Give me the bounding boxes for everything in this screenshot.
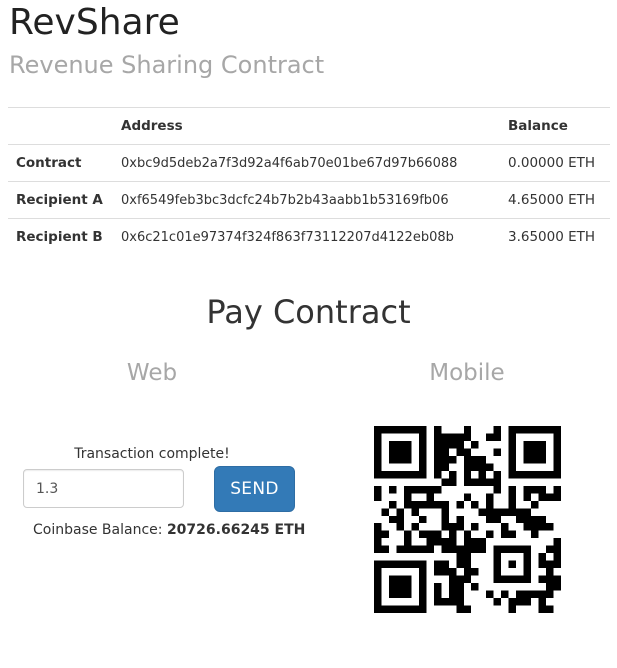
row-label: Recipient A [8,181,113,219]
row-balance: 3.65000 ETH [500,218,610,256]
balances-table: Address Balance Contract 0xbc9d5deb2a7f3… [8,107,610,256]
table-header-row: Address Balance [8,107,610,145]
table-header-balance: Balance [500,107,610,145]
qr-code-icon [374,426,561,613]
row-balance: 4.65000 ETH [500,181,610,219]
app-subtitle: Revenue Sharing Contract [9,51,325,79]
coinbase-balance-value: 20726.66245 ETH [166,522,306,538]
send-button[interactable]: SEND [214,466,295,512]
mobile-column-heading: Mobile [429,360,505,386]
pay-contract-heading: Pay Contract [206,293,411,331]
table-row-recipient-b: Recipient B 0x6c21c01e97374f324f863f7311… [8,218,610,256]
row-address: 0xbc9d5deb2a7f3d92a4f6ab70e01be67d97b660… [113,144,500,182]
row-balance: 0.00000 ETH [500,144,610,182]
table-header-label [8,107,113,145]
web-column-heading: Web [126,360,178,386]
row-label: Contract [8,144,113,182]
row-label: Recipient B [8,218,113,256]
transaction-status: Transaction complete! [74,446,230,462]
app-title: RevShare [9,2,180,43]
table-row-contract: Contract 0xbc9d5deb2a7f3d92a4f6ab70e01be… [8,144,610,182]
coinbase-balance-label: Coinbase Balance: [33,522,163,538]
table-row-recipient-a: Recipient A 0xf6549feb3bc3dcfc24b7b2b43a… [8,181,610,219]
amount-input[interactable] [23,469,184,508]
coinbase-balance: Coinbase Balance: 20726.66245 ETH [33,522,305,538]
table-header-address: Address [113,107,500,145]
row-address: 0xf6549feb3bc3dcfc24b7b2b43aabb1b53169fb… [113,181,500,219]
row-address: 0x6c21c01e97374f324f863f73112207d4122eb0… [113,218,500,256]
